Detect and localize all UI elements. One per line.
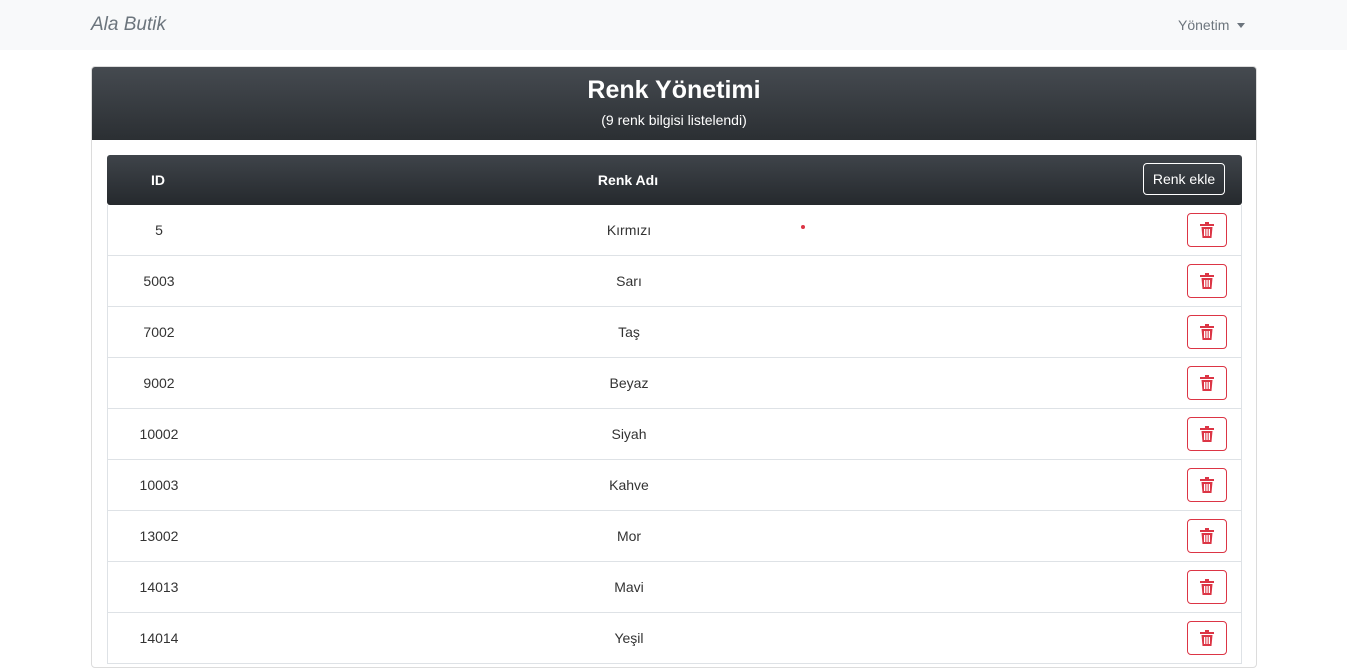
cell-name: Mor	[616, 528, 642, 544]
cell-id: 5003	[143, 273, 175, 289]
admin-dropdown-label: Yönetim	[1178, 17, 1230, 33]
caret-down-icon	[1237, 22, 1246, 28]
trash-icon	[1200, 324, 1214, 340]
cell-name: Kahve	[609, 477, 649, 493]
delete-button[interactable]	[1187, 264, 1227, 298]
cell-name: Kırmızı	[606, 222, 652, 238]
trash-icon	[1200, 222, 1214, 238]
cursor-dot	[801, 225, 805, 229]
table-row: 10002 Siyah	[107, 409, 1242, 460]
delete-button[interactable]	[1187, 315, 1227, 349]
table-row: 14013 Mavi	[107, 562, 1242, 613]
cell-id: 10002	[139, 426, 179, 442]
delete-button[interactable]	[1187, 519, 1227, 553]
cell-name: Taş	[618, 324, 640, 340]
trash-icon	[1200, 579, 1214, 595]
trash-icon	[1200, 426, 1214, 442]
card-header: Renk Yönetimi (9 renk bilgisi listelendi…	[92, 67, 1256, 140]
cell-id: 10003	[139, 477, 179, 493]
trash-icon	[1200, 528, 1214, 544]
column-header-id: ID	[151, 172, 165, 188]
table-row: 5 Kırmızı	[107, 205, 1242, 256]
delete-button[interactable]	[1187, 213, 1227, 247]
brand-logo[interactable]: Ala Butik	[91, 14, 166, 36]
delete-button[interactable]	[1187, 570, 1227, 604]
navbar: Ala Butik Yönetim	[0, 0, 1347, 50]
color-management-card: Renk Yönetimi (9 renk bilgisi listelendi…	[91, 66, 1257, 668]
cell-id: 13002	[139, 528, 179, 544]
page-subtitle: (9 renk bilgisi listelendi)	[601, 112, 747, 128]
table-header: ID Renk Adı Renk ekle	[107, 155, 1242, 205]
table-row: 5003 Sarı	[107, 256, 1242, 307]
table-row: 10003 Kahve	[107, 460, 1242, 511]
trash-icon	[1200, 375, 1214, 391]
column-header-name: Renk Adı	[597, 172, 659, 188]
cell-name: Sarı	[616, 273, 642, 289]
trash-icon	[1200, 273, 1214, 289]
cell-name: Yeşil	[614, 630, 644, 646]
table-row: 13002 Mor	[107, 511, 1242, 562]
cell-id: 14014	[139, 630, 179, 646]
table-row: 9002 Beyaz	[107, 358, 1242, 409]
color-table: ID Renk Adı Renk ekle 5 Kırmızı 5003 Sar…	[107, 155, 1242, 664]
delete-button[interactable]	[1187, 468, 1227, 502]
admin-dropdown[interactable]: Yönetim	[1178, 17, 1246, 33]
delete-button[interactable]	[1187, 417, 1227, 451]
cell-name: Siyah	[611, 426, 647, 442]
trash-icon	[1200, 630, 1214, 646]
table-row: 7002 Taş	[107, 307, 1242, 358]
table-row: 14014 Yeşil	[107, 613, 1242, 664]
cell-id: 7002	[143, 324, 175, 340]
cell-id: 5	[155, 222, 163, 238]
delete-button[interactable]	[1187, 366, 1227, 400]
add-color-button[interactable]: Renk ekle	[1143, 163, 1225, 195]
cell-name: Beyaz	[609, 375, 649, 391]
cell-id: 14013	[139, 579, 179, 595]
page-title: Renk Yönetimi	[587, 76, 761, 104]
cell-id: 9002	[143, 375, 175, 391]
cell-name: Mavi	[614, 579, 644, 595]
trash-icon	[1200, 477, 1214, 493]
delete-button[interactable]	[1187, 621, 1227, 655]
